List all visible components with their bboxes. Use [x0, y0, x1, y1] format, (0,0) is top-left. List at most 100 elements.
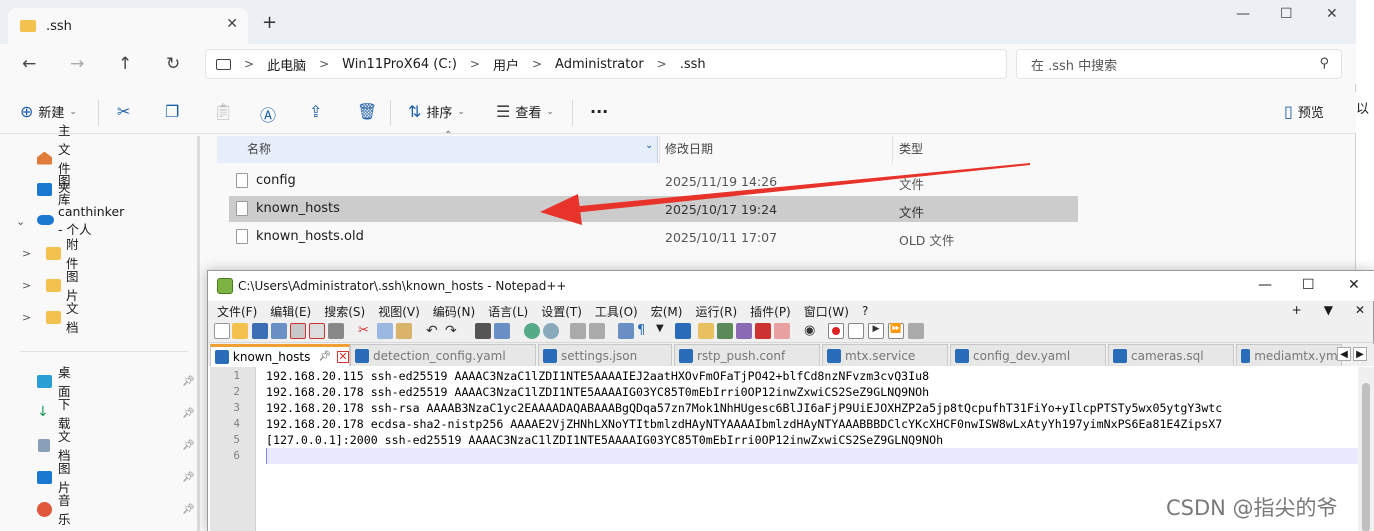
breadcrumb[interactable]: > 此电脑 > Win11ProX64 (C:) > 用户 > Administ…: [205, 49, 1007, 79]
monitoring-icon[interactable]: [755, 323, 771, 339]
close-all-icon[interactable]: [309, 323, 325, 339]
menu-search[interactable]: 搜索(S): [324, 303, 365, 320]
paste-icon[interactable]: 📋︎: [213, 102, 233, 121]
menu-window[interactable]: 窗口(W): [804, 303, 849, 320]
open-file-icon[interactable]: [232, 323, 248, 339]
tab-settings-json[interactable]: settings.json: [538, 344, 672, 366]
menu-run[interactable]: 运行(R): [695, 303, 737, 320]
menu-macro[interactable]: 宏(M): [651, 303, 683, 320]
pin-icon[interactable]: 📌︎: [182, 472, 195, 483]
minimize-button[interactable]: —: [1258, 277, 1272, 293]
word-wrap-icon[interactable]: [618, 323, 634, 339]
pin-icon[interactable]: 📌︎: [318, 351, 331, 362]
redo-icon[interactable]: ↷: [445, 323, 461, 339]
code-line[interactable]: 192.168.20.178 ssh-ed25519 AAAAC3NzaC1lZ…: [266, 385, 929, 399]
tab-mediamtx[interactable]: mediamtx.yml: [1236, 344, 1342, 366]
refresh-icon[interactable]: ↻: [166, 54, 180, 74]
pin-icon[interactable]: 📌︎: [182, 376, 195, 387]
code-line[interactable]: 192.168.20.178 ecdsa-sha2-nistp256 AAAAE…: [266, 417, 1222, 431]
tab-cameras-sql[interactable]: cameras.sql: [1108, 344, 1234, 366]
sort-button[interactable]: ⇅ 排序 ⌄: [408, 102, 465, 121]
tab-detection-config[interactable]: detection_config.yaml: [350, 344, 536, 366]
run-macro-multiple-icon[interactable]: ⏩: [888, 323, 904, 339]
record-macro-icon[interactable]: [828, 323, 844, 339]
tab-close-icon[interactable]: ✕: [226, 16, 238, 32]
tab-scroll-left-icon[interactable]: ◀: [1337, 347, 1351, 361]
close-button[interactable]: ✕: [1326, 6, 1338, 22]
file-name[interactable]: config: [256, 173, 296, 188]
tab-mtx-service[interactable]: mtx.service: [822, 344, 948, 366]
view-button[interactable]: ☰ 查看 ⌄: [496, 102, 554, 121]
zoom-in-icon[interactable]: [524, 323, 540, 339]
menu-tools[interactable]: 工具(O): [595, 303, 638, 320]
scrollbar-thumb[interactable]: [1362, 383, 1370, 531]
breadcrumb-item[interactable]: Administrator: [555, 57, 644, 72]
add-tab-button[interactable]: +: [1292, 303, 1302, 317]
maximize-button[interactable]: ☐: [1302, 277, 1315, 293]
close-tab-button[interactable]: ✕: [1355, 303, 1365, 317]
maximize-button[interactable]: ☐: [1280, 6, 1293, 22]
tab-rstp-push[interactable]: rstp_push.conf: [674, 344, 820, 366]
eye-icon[interactable]: ◉: [804, 323, 820, 339]
menu-help[interactable]: ?: [862, 304, 868, 318]
plugin-icon[interactable]: [774, 323, 790, 339]
save-macro-icon[interactable]: [908, 323, 924, 339]
print-icon[interactable]: [328, 323, 344, 339]
folder-workspace-icon[interactable]: [736, 323, 752, 339]
pin-icon[interactable]: 📌︎: [182, 440, 195, 451]
minimize-button[interactable]: —: [1236, 6, 1250, 22]
tab-config-dev[interactable]: config_dev.yaml: [950, 344, 1106, 366]
share-icon[interactable]: ⇪: [309, 102, 322, 121]
rename-icon[interactable]: Ⓐ: [260, 102, 276, 126]
code-line[interactable]: 192.168.20.115 ssh-ed25519 AAAAC3NzaC1lZ…: [266, 369, 929, 383]
breadcrumb-item[interactable]: 此电脑: [267, 55, 306, 74]
tab-known-hosts[interactable]: known_hosts 📌︎ ✕: [210, 344, 350, 366]
sidebar-scrollbar[interactable]: [197, 136, 200, 531]
code-line[interactable]: [127.0.0.1]:2000 ssh-ed25519 AAAAC3NzaC1…: [266, 433, 943, 447]
menu-view[interactable]: 视图(V): [378, 303, 420, 320]
forward-arrow-icon[interactable]: →: [70, 54, 84, 74]
tab-scroll-right-icon[interactable]: ▶: [1353, 347, 1367, 361]
tab-ssh[interactable]: .ssh ✕: [8, 8, 248, 44]
pin-icon[interactable]: 📌︎: [182, 408, 195, 419]
zoom-out-icon[interactable]: [543, 323, 559, 339]
tab-close-icon[interactable]: ✕: [337, 350, 349, 363]
copy-icon[interactable]: ❐: [165, 102, 179, 121]
tab-list-button[interactable]: ▼: [1324, 303, 1333, 317]
breadcrumb-item[interactable]: .ssh: [680, 57, 706, 72]
save-icon[interactable]: [252, 323, 268, 339]
column-header-name[interactable]: 名称: [247, 140, 271, 157]
undo-icon[interactable]: ↶: [426, 323, 442, 339]
new-tab-button[interactable]: +: [262, 12, 277, 33]
search-input[interactable]: 在 .ssh 中搜索 ⚲: [1016, 49, 1342, 79]
menu-language[interactable]: 语言(L): [488, 303, 528, 320]
doc-map-icon[interactable]: [698, 323, 714, 339]
breadcrumb-item[interactable]: 用户: [493, 55, 519, 74]
new-button[interactable]: ⊕ 新建 ⌄: [20, 102, 77, 121]
menu-plugins[interactable]: 插件(P): [750, 303, 791, 320]
cut-icon[interactable]: ✂: [358, 323, 374, 339]
chevron-down-icon[interactable]: ⌄: [645, 140, 653, 151]
indent-guide-icon[interactable]: [675, 323, 691, 339]
code-line[interactable]: 192.168.20.178 ssh-rsa AAAAB3NzaC1yc2EAA…: [266, 401, 1222, 415]
paste-icon[interactable]: [396, 323, 412, 339]
up-arrow-icon[interactable]: ↑: [118, 54, 132, 74]
chevron-down-icon[interactable]: ▼: [656, 323, 672, 339]
find-icon[interactable]: [475, 323, 491, 339]
file-name[interactable]: known_hosts: [256, 201, 340, 216]
back-arrow-icon[interactable]: ←: [22, 54, 36, 74]
pin-icon[interactable]: 📌︎: [182, 504, 195, 515]
menu-file[interactable]: 文件(F): [217, 303, 257, 320]
play-macro-icon[interactable]: ▶: [868, 323, 884, 339]
menu-encoding[interactable]: 编码(N): [433, 303, 475, 320]
preview-pane-button[interactable]: ▯ 预览: [1284, 102, 1324, 121]
delete-icon[interactable]: 🗑︎: [357, 102, 377, 121]
replace-icon[interactable]: [494, 323, 510, 339]
stop-macro-icon[interactable]: [848, 323, 864, 339]
save-all-icon[interactable]: [271, 323, 287, 339]
show-all-chars-icon[interactable]: ¶: [637, 323, 653, 339]
sync-horizontal-icon[interactable]: [589, 323, 605, 339]
new-file-icon[interactable]: [214, 323, 230, 339]
close-file-icon[interactable]: [290, 323, 306, 339]
sync-vertical-icon[interactable]: [570, 323, 586, 339]
